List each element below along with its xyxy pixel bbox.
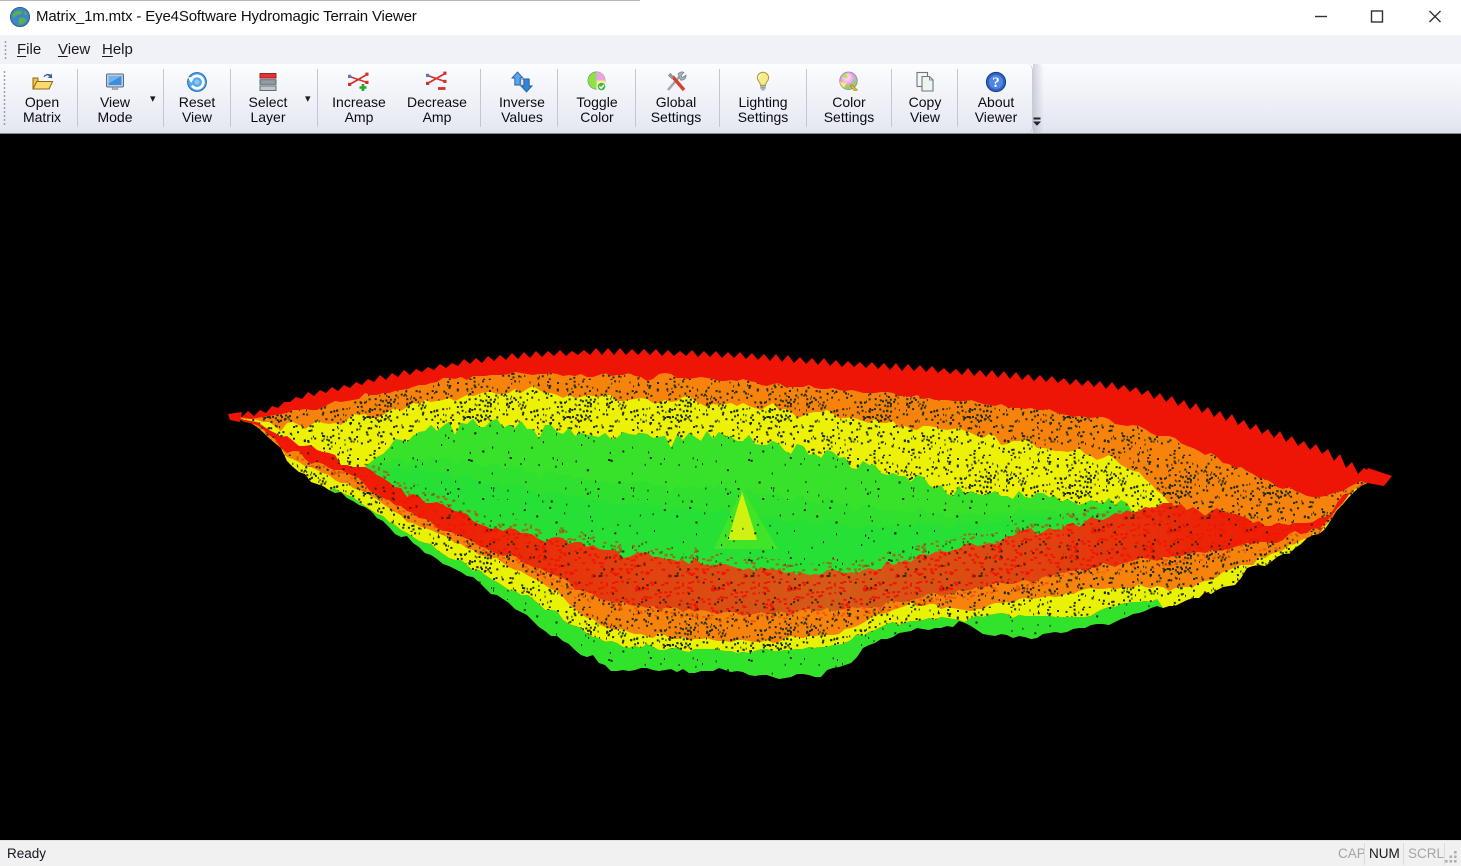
svg-text:?: ? [992, 75, 1000, 91]
